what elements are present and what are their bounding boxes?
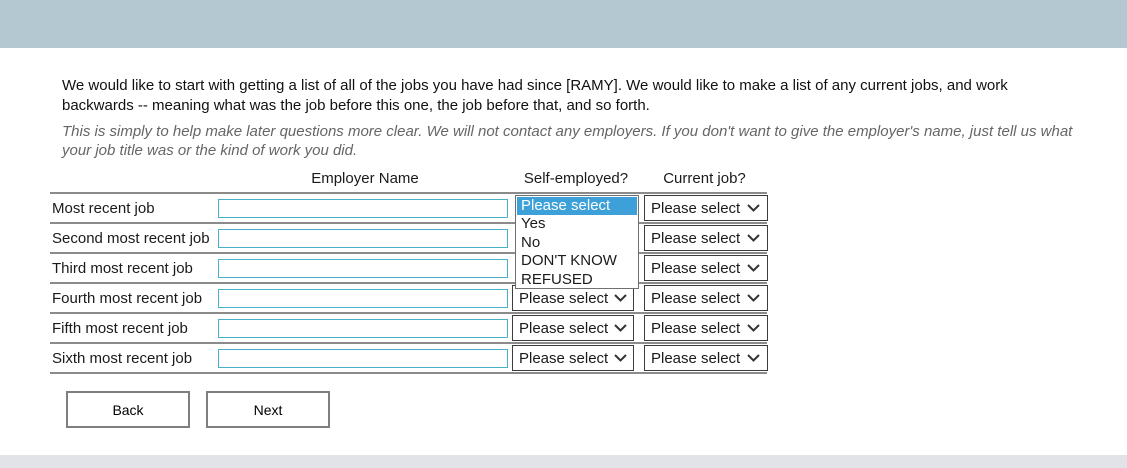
select-value: Please select xyxy=(651,200,740,217)
chevron-down-icon xyxy=(747,354,760,362)
current-job-select-2[interactable]: Please select xyxy=(644,225,768,251)
chevron-down-icon xyxy=(747,234,760,242)
select-value: Please select xyxy=(651,350,740,367)
row-label: Second most recent job xyxy=(50,230,218,247)
intro-note: This is simply to help make later questi… xyxy=(62,122,1086,160)
listbox-option-no[interactable]: No xyxy=(517,234,637,252)
chevron-down-icon xyxy=(614,324,627,332)
column-header-employer-name: Employer Name xyxy=(219,170,511,187)
table-row-fifth: Fifth most recent job Please select Plea… xyxy=(50,314,767,344)
select-value: Please select xyxy=(519,350,608,367)
self-employed-listbox-open: Please select Yes No DON'T KNOW REFUSED xyxy=(515,195,639,289)
column-header-current-job: Current job? xyxy=(642,170,767,187)
intro-paragraph: We would like to start with getting a li… xyxy=(62,76,1078,116)
back-button[interactable]: Back xyxy=(66,391,190,428)
employer-name-input-3[interactable] xyxy=(218,259,508,278)
listbox-option-refused[interactable]: REFUSED xyxy=(517,271,637,289)
table-row-fourth: Fourth most recent job Please select Ple… xyxy=(50,284,767,314)
row-label: Third most recent job xyxy=(50,260,218,277)
select-value: Please select xyxy=(651,260,740,277)
employer-name-input-6[interactable] xyxy=(218,349,508,368)
column-header-self-employed: Self-employed? xyxy=(512,170,640,187)
listbox-option-please-select[interactable]: Please select xyxy=(517,197,637,215)
select-value: Please select xyxy=(519,290,608,307)
row-label: Most recent job xyxy=(50,200,218,217)
select-value: Please select xyxy=(651,230,740,247)
select-value: Please select xyxy=(651,290,740,307)
employer-name-input-4[interactable] xyxy=(218,289,508,308)
listbox-option-dont-know[interactable]: DON'T KNOW xyxy=(517,252,637,270)
listbox-option-yes[interactable]: Yes xyxy=(517,215,637,233)
footer-bar xyxy=(0,455,1127,468)
row-label: Fourth most recent job xyxy=(50,290,218,307)
employer-name-input-2[interactable] xyxy=(218,229,508,248)
table-row-sixth: Sixth most recent job Please select Plea… xyxy=(50,344,767,374)
job-history-table: Employer Name Self-employed? Current job… xyxy=(50,170,767,374)
row-label: Sixth most recent job xyxy=(50,350,218,367)
select-value: Please select xyxy=(519,320,608,337)
chevron-down-icon xyxy=(747,204,760,212)
table-row-most-recent: Most recent job Please select xyxy=(50,194,767,224)
table-row-third: Third most recent job Please select xyxy=(50,254,767,284)
chevron-down-icon xyxy=(614,294,627,302)
header-bar xyxy=(0,0,1127,48)
chevron-down-icon xyxy=(747,324,760,332)
table-header-row: Employer Name Self-employed? Current job… xyxy=(50,170,767,192)
current-job-select-4[interactable]: Please select xyxy=(644,285,768,311)
current-job-select-6[interactable]: Please select xyxy=(644,345,768,371)
chevron-down-icon xyxy=(614,354,627,362)
chevron-down-icon xyxy=(747,294,760,302)
current-job-select-5[interactable]: Please select xyxy=(644,315,768,341)
current-job-select-3[interactable]: Please select xyxy=(644,255,768,281)
chevron-down-icon xyxy=(747,264,760,272)
self-employed-select-5[interactable]: Please select xyxy=(512,315,634,341)
navigation-buttons: Back Next xyxy=(66,391,330,428)
employer-name-input-1[interactable] xyxy=(218,199,508,218)
select-value: Please select xyxy=(651,320,740,337)
table-row-second: Second most recent job Please select xyxy=(50,224,767,254)
next-button[interactable]: Next xyxy=(206,391,330,428)
table-rows: Most recent job Please select Second mos… xyxy=(50,192,767,374)
current-job-select-1[interactable]: Please select xyxy=(644,195,768,221)
self-employed-select-6[interactable]: Please select xyxy=(512,345,634,371)
employer-name-input-5[interactable] xyxy=(218,319,508,338)
row-label: Fifth most recent job xyxy=(50,320,218,337)
